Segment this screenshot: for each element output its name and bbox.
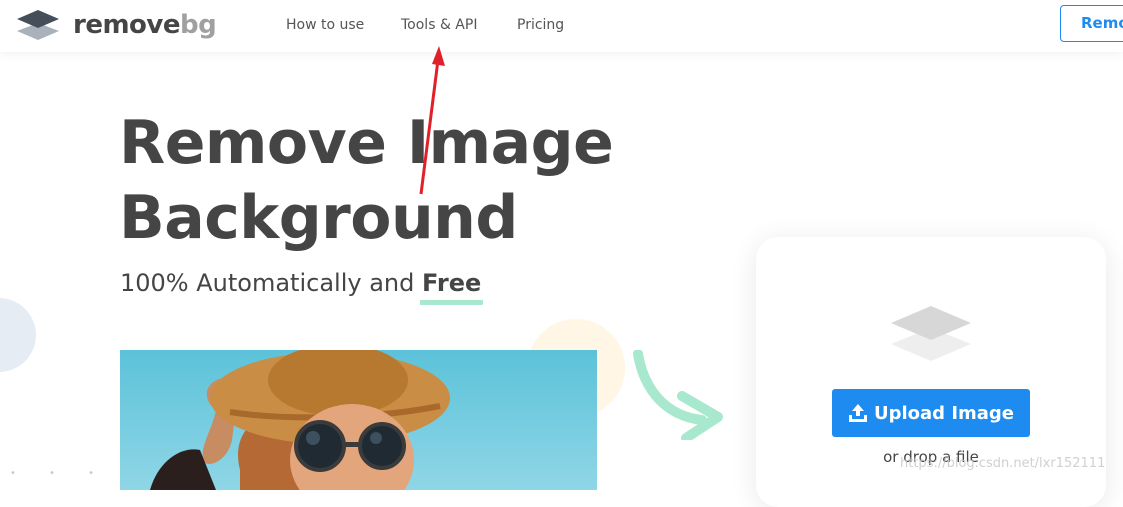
watermark: https://blog.csdn.net/lxr152111: [900, 456, 1106, 471]
nav-pricing[interactable]: Pricing: [517, 16, 564, 34]
hero-title-line-1: Remove Image: [119, 108, 614, 178]
top-nav-bar: removebg How to use Tools & API Pricing …: [0, 0, 1123, 52]
remove-background-button[interactable]: Remov: [1060, 5, 1123, 42]
layers-icon: [891, 306, 971, 361]
logo[interactable]: removebg: [16, 9, 217, 41]
nav-tools-api[interactable]: Tools & API: [401, 16, 477, 34]
example-photo: [120, 350, 597, 490]
logo-text: removebg: [73, 9, 217, 41]
hero-subtitle: 100% Automatically and Free: [120, 268, 484, 305]
hero-title-line-2: Background: [119, 183, 518, 253]
curved-arrow-icon: [633, 350, 723, 440]
subtitle-emphasis: Free: [419, 269, 484, 305]
nav-how-to-use[interactable]: How to use: [286, 16, 364, 34]
layers-icon: [17, 10, 59, 40]
upload-icon: [848, 404, 867, 422]
upload-image-button[interactable]: Upload Image: [832, 389, 1030, 437]
upload-button-label: Upload Image: [873, 402, 1015, 424]
logo-text-remove: remove: [73, 10, 181, 40]
subtitle-text: 100% Automatically and: [120, 269, 415, 297]
hero-title: Remove Image Background: [119, 106, 614, 256]
logo-text-bg: bg: [180, 10, 217, 40]
decorative-circle: [0, 298, 36, 372]
